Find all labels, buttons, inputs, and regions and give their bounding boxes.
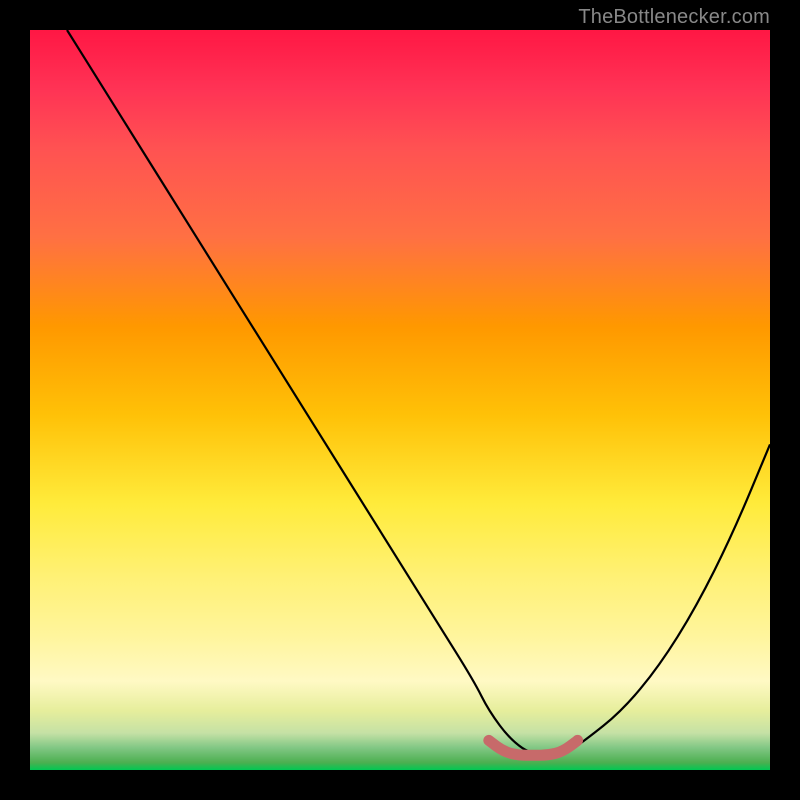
plot-area (30, 30, 770, 770)
chart-container: TheBottlenecker.com (0, 0, 800, 800)
optimal-marker (489, 740, 578, 755)
bottleneck-curve (67, 30, 770, 755)
chart-svg (30, 30, 770, 770)
watermark-label: TheBottlenecker.com (578, 6, 770, 29)
